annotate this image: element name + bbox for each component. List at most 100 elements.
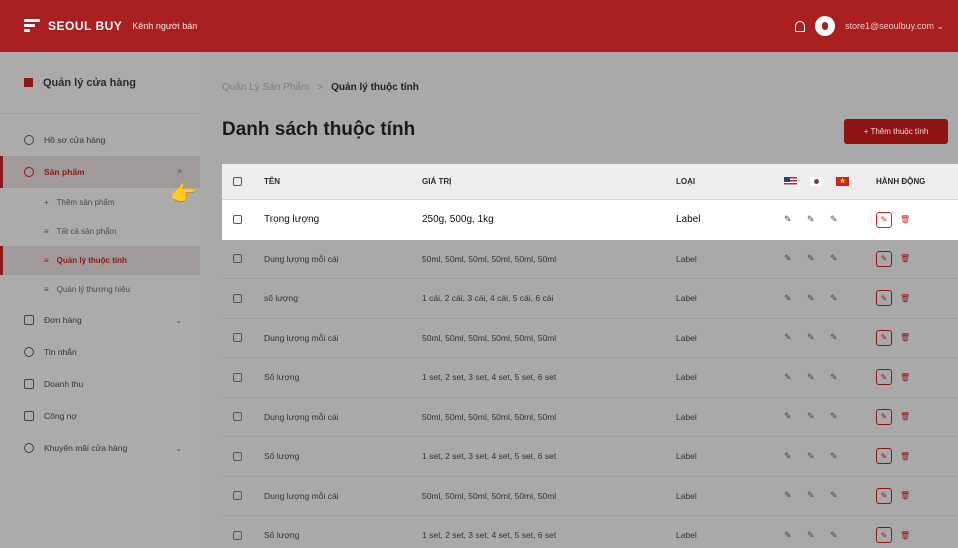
sidebar-item-store-profile[interactable]: Hồ sơ cửa hàng xyxy=(0,124,200,156)
sidebar-item-label: Khuyến mãi cửa hàng xyxy=(44,443,128,453)
sidebar-subitem-brands[interactable]: ≡ Quản lý thương hiệu xyxy=(0,275,200,304)
edit-translation-vi-icon[interactable]: ✎ xyxy=(830,372,840,383)
flag-kr-icon xyxy=(810,177,823,186)
row-checkbox[interactable] xyxy=(233,293,242,303)
trash-icon[interactable]: 🗑 xyxy=(900,215,910,224)
sidebar-item-label: Hồ sơ cửa hàng xyxy=(44,135,106,145)
cell-value: 250g, 500g, 1kg xyxy=(422,214,494,226)
edit-translation-vi-icon[interactable]: ✎ xyxy=(830,253,840,264)
edit-translation-ko-icon[interactable]: ✎ xyxy=(807,451,817,462)
row-checkbox[interactable] xyxy=(233,372,242,382)
logo[interactable]: SEOUL BUY xyxy=(24,18,122,34)
edit-translation-en-icon[interactable]: ✎ xyxy=(784,451,794,462)
promotion-icon xyxy=(24,443,34,453)
trash-icon[interactable]: 🗑 xyxy=(900,452,910,461)
edit-translation-ko-icon[interactable]: ✎ xyxy=(807,214,817,225)
edit-icon[interactable]: ✎ xyxy=(876,290,892,307)
attributes-table: TÊN GIÁ TRỊ LOẠI ★ HÀNH ĐỘNG Trọng lượng… xyxy=(222,164,958,548)
user-avatar-icon[interactable] xyxy=(814,16,835,36)
edit-icon[interactable]: ✎ xyxy=(876,329,892,346)
table-row: Số lượng 1 set, 2 set, 3 set, 4 set, 5 se… xyxy=(222,516,958,548)
edit-icon[interactable]: ✎ xyxy=(876,448,892,465)
cell-type: Label xyxy=(676,490,697,501)
row-checkbox[interactable] xyxy=(233,215,242,225)
edit-translation-vi-icon[interactable]: ✎ xyxy=(830,332,840,343)
edit-icon[interactable]: ✎ xyxy=(876,487,892,504)
sidebar-item-promotions[interactable]: Khuyến mãi cửa hàng ⌄ xyxy=(0,432,200,464)
row-checkbox[interactable] xyxy=(233,254,242,264)
trash-icon[interactable]: 🗑 xyxy=(900,412,910,421)
edit-icon[interactable]: ✎ xyxy=(876,369,892,386)
edit-translation-ko-icon[interactable]: ✎ xyxy=(807,530,817,541)
chevron-down-icon: ⌄ xyxy=(175,315,182,325)
sidebar-item-debt[interactable]: Công nợ xyxy=(0,400,200,432)
edit-translation-ko-icon[interactable]: ✎ xyxy=(807,253,817,264)
trash-icon[interactable]: 🗑 xyxy=(900,254,910,263)
cell-name: Dung lượng mỗi cái xyxy=(264,411,339,422)
row-checkbox[interactable] xyxy=(233,412,242,422)
user-email-menu[interactable]: store1@seoulbuy.com ⌄ xyxy=(845,21,944,32)
edit-translation-en-icon[interactable]: ✎ xyxy=(784,332,794,343)
edit-translation-en-icon[interactable]: ✎ xyxy=(784,214,794,225)
trash-icon[interactable]: 🗑 xyxy=(900,333,910,342)
row-checkbox[interactable] xyxy=(233,451,242,461)
edit-translation-vi-icon[interactable]: ✎ xyxy=(830,411,840,422)
sidebar-item-messages[interactable]: Tin nhắn xyxy=(0,336,200,368)
edit-translation-vi-icon[interactable]: ✎ xyxy=(830,293,840,304)
row-checkbox[interactable] xyxy=(233,491,242,501)
sidebar-subitem-attributes[interactable]: ≡ Quản lý thuộc tính xyxy=(0,246,200,275)
edit-translation-vi-icon[interactable]: ✎ xyxy=(830,214,840,225)
edit-icon[interactable]: ✎ xyxy=(876,408,892,425)
edit-translation-en-icon[interactable]: ✎ xyxy=(784,372,794,383)
breadcrumb-parent-link[interactable]: Quản Lý Sản Phẩm xyxy=(222,82,309,93)
edit-translation-en-icon[interactable]: ✎ xyxy=(784,490,794,501)
bell-icon[interactable] xyxy=(794,20,805,32)
edit-translation-en-icon[interactable]: ✎ xyxy=(784,253,794,264)
edit-translation-ko-icon[interactable]: ✎ xyxy=(807,490,817,501)
sidebar: Quản lý cửa hàng Hồ sơ cửa hàng Sản phẩm… xyxy=(0,52,200,548)
edit-translation-ko-icon[interactable]: ✎ xyxy=(807,411,817,422)
cell-value: 50ml, 50ml, 50ml, 50ml, 50ml, 50ml xyxy=(422,411,557,422)
sidebar-item-label: Sản phẩm xyxy=(44,167,85,177)
edit-translation-ko-icon[interactable]: ✎ xyxy=(807,372,817,383)
edit-translation-vi-icon[interactable]: ✎ xyxy=(830,530,840,541)
trash-icon[interactable]: 🗑 xyxy=(900,531,910,540)
cell-name: Số lượng xyxy=(264,372,300,383)
row-checkbox[interactable] xyxy=(233,530,242,540)
cell-name: Dung lượng mỗi cái xyxy=(264,332,339,343)
edit-icon[interactable]: ✎ xyxy=(876,211,892,228)
edit-translation-ko-icon[interactable]: ✎ xyxy=(807,332,817,343)
trash-icon[interactable]: 🗑 xyxy=(900,491,910,500)
edit-translation-ko-icon[interactable]: ✎ xyxy=(807,293,817,304)
select-all-checkbox[interactable] xyxy=(233,177,242,186)
breadcrumb-separator: > xyxy=(317,82,324,93)
sidebar-subitem-label: Quản lý thương hiệu xyxy=(56,285,130,294)
cell-type: Label xyxy=(676,332,697,343)
table-row: Dung lượng mỗi cái 50ml, 50ml, 50ml, 50ml… xyxy=(222,240,958,279)
row-checkbox[interactable] xyxy=(233,333,242,343)
edit-translation-en-icon[interactable]: ✎ xyxy=(784,530,794,541)
edit-translation-en-icon[interactable]: ✎ xyxy=(784,293,794,304)
sidebar-subitem-all-products[interactable]: ≡ Tất cả sản phẩm xyxy=(0,217,200,246)
sidebar-item-orders[interactable]: Đơn hàng ⌄ xyxy=(0,304,200,336)
language-flags-header: ★ xyxy=(784,177,870,186)
sidebar-item-revenue[interactable]: Doanh thu xyxy=(0,368,200,400)
cell-name: số lượng xyxy=(264,293,298,304)
sidebar-subitem-label: Tất cả sản phẩm xyxy=(56,227,117,236)
edit-translation-vi-icon[interactable]: ✎ xyxy=(830,490,840,501)
trash-icon[interactable]: 🗑 xyxy=(900,294,910,303)
cart-icon xyxy=(24,315,34,325)
edit-icon[interactable]: ✎ xyxy=(876,527,892,544)
edit-translation-vi-icon[interactable]: ✎ xyxy=(830,451,840,462)
trash-icon[interactable]: 🗑 xyxy=(900,373,910,382)
store-icon xyxy=(24,78,33,87)
edit-translation-en-icon[interactable]: ✎ xyxy=(784,411,794,422)
cell-type: Label xyxy=(676,372,697,383)
add-attribute-button[interactable]: + Thêm thuộc tính xyxy=(844,119,948,144)
cell-type: Label xyxy=(676,253,697,264)
store-title-label: Quản lý cửa hàng xyxy=(43,76,136,89)
cell-value: 1 set, 2 set, 3 set, 4 set, 5 set, 6 set xyxy=(422,372,557,383)
column-header-name: TÊN xyxy=(264,177,280,186)
cell-type: Label xyxy=(676,451,697,462)
edit-icon[interactable]: ✎ xyxy=(876,250,892,267)
